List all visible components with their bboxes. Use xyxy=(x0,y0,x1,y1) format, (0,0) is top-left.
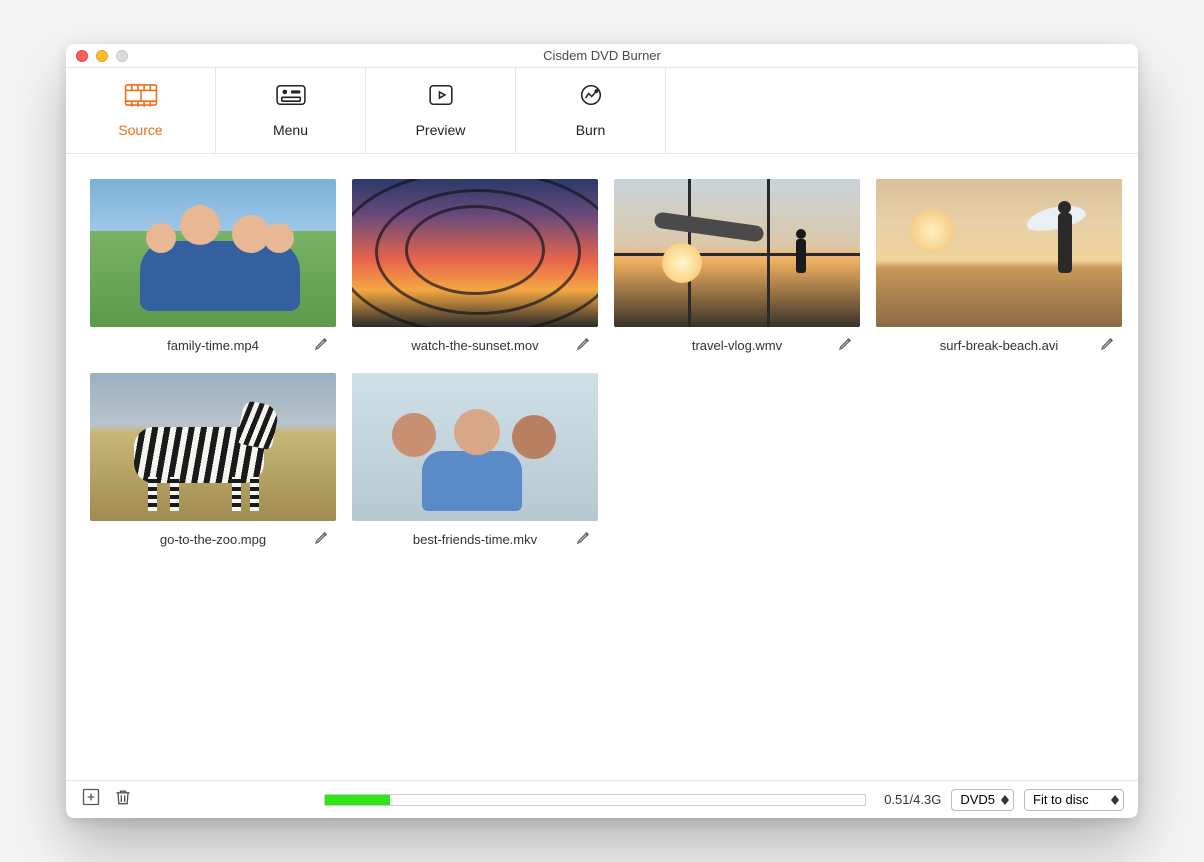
pencil-icon xyxy=(576,529,592,550)
edit-button[interactable] xyxy=(574,335,594,355)
tab-preview[interactable]: Preview xyxy=(366,68,516,153)
edit-button[interactable] xyxy=(836,335,856,355)
tab-menu[interactable]: Menu xyxy=(216,68,366,153)
video-filename: family-time.mp4 xyxy=(167,338,259,353)
disc-type-value: DVD5 xyxy=(960,792,995,807)
pencil-icon xyxy=(314,529,330,550)
plus-square-icon xyxy=(81,787,101,812)
titlebar: Cisdem DVD Burner xyxy=(66,44,1138,68)
tab-label: Source xyxy=(118,122,162,138)
edit-button[interactable] xyxy=(312,529,332,549)
video-thumbnail[interactable] xyxy=(614,179,860,327)
app-window: Cisdem DVD Burner Source xyxy=(66,44,1138,818)
video-thumbnail[interactable] xyxy=(352,373,598,521)
tab-label: Menu xyxy=(273,122,308,138)
tab-burn[interactable]: Burn xyxy=(516,68,666,153)
trash-icon xyxy=(113,787,133,812)
video-thumbnail[interactable] xyxy=(90,373,336,521)
edit-button[interactable] xyxy=(312,335,332,355)
video-item[interactable]: travel-vlog.wmv xyxy=(614,179,860,359)
updown-arrows-icon xyxy=(1001,795,1009,805)
video-item[interactable]: surf-break-beach.avi xyxy=(876,179,1122,359)
fit-mode-select[interactable]: Fit to disc xyxy=(1024,789,1124,811)
video-item[interactable]: family-time.mp4 xyxy=(90,179,336,359)
tab-label: Burn xyxy=(576,122,606,138)
content-area: family-time.mp4 watch-the-sunset.mov xyxy=(66,154,1138,780)
burn-disc-icon xyxy=(574,83,608,112)
video-filename: surf-break-beach.avi xyxy=(940,338,1059,353)
edit-button[interactable] xyxy=(1098,335,1118,355)
video-filename: travel-vlog.wmv xyxy=(692,338,782,353)
video-grid: family-time.mp4 watch-the-sunset.mov xyxy=(90,179,1114,553)
tab-bar: Source Menu Preview xyxy=(66,68,1138,154)
video-thumbnail[interactable] xyxy=(352,179,598,327)
video-item[interactable]: best-friends-time.mkv xyxy=(352,373,598,553)
filmstrip-icon xyxy=(124,83,158,112)
menu-layout-icon xyxy=(274,83,308,112)
video-filename: go-to-the-zoo.mpg xyxy=(160,532,266,547)
play-preview-icon xyxy=(424,83,458,112)
close-window-button[interactable] xyxy=(76,50,88,62)
window-controls xyxy=(76,50,128,62)
footer-bar: 0.51/4.3G DVD5 Fit to disc xyxy=(66,780,1138,818)
video-thumbnail[interactable] xyxy=(876,179,1122,327)
tab-source[interactable]: Source xyxy=(66,68,216,153)
maximize-window-button[interactable] xyxy=(116,50,128,62)
disc-type-select[interactable]: DVD5 xyxy=(951,789,1014,811)
capacity-area: 0.51/4.3G xyxy=(324,792,941,807)
video-thumbnail[interactable] xyxy=(90,179,336,327)
updown-arrows-icon xyxy=(1111,795,1119,805)
video-item[interactable]: go-to-the-zoo.mpg xyxy=(90,373,336,553)
capacity-text: 0.51/4.3G xyxy=(884,792,941,807)
video-item[interactable]: watch-the-sunset.mov xyxy=(352,179,598,359)
pencil-icon xyxy=(1100,335,1116,356)
window-title: Cisdem DVD Burner xyxy=(66,48,1138,63)
video-filename: best-friends-time.mkv xyxy=(413,532,537,547)
tab-label: Preview xyxy=(416,122,466,138)
video-filename: watch-the-sunset.mov xyxy=(411,338,538,353)
fit-mode-value: Fit to disc xyxy=(1033,792,1089,807)
capacity-bar xyxy=(324,794,866,806)
pencil-icon xyxy=(314,335,330,356)
pencil-icon xyxy=(576,335,592,356)
edit-button[interactable] xyxy=(574,529,594,549)
minimize-window-button[interactable] xyxy=(96,50,108,62)
add-button[interactable] xyxy=(80,789,102,811)
capacity-fill xyxy=(325,795,390,805)
delete-button[interactable] xyxy=(112,789,134,811)
pencil-icon xyxy=(838,335,854,356)
